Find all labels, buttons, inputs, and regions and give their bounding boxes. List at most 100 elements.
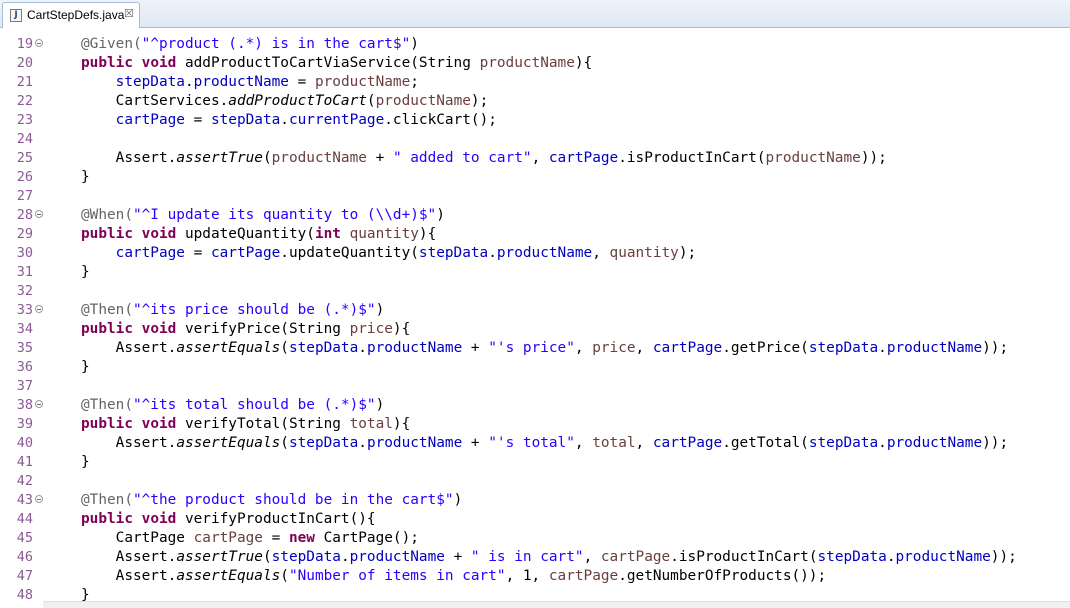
code-line[interactable]: 28 @When("^I update its quantity to (\\d+… [0, 206, 1070, 225]
code-token: "^its price should be (.*)$" [132, 302, 376, 318]
code-token: CartServices. [81, 93, 229, 109]
fold-collapse-icon[interactable] [35, 210, 43, 218]
code-line[interactable]: 30 cartPage = cartPage.updateQuantity(st… [0, 244, 1070, 263]
code-token: ( [366, 93, 376, 109]
code-text: Assert.assertEquals(stepData.productName… [81, 339, 1008, 358]
code-line[interactable]: 24 [0, 130, 1070, 149]
line-number: 38 [16, 397, 33, 413]
code-editor[interactable]: 19 @Given("^product (.*) is in the cart$"… [0, 28, 1070, 608]
fold-collapse-icon[interactable] [35, 400, 43, 408]
code-token: } [81, 454, 90, 470]
code-line[interactable]: 36} [0, 358, 1070, 377]
code-token: . [184, 74, 194, 90]
code-token: verifyTotal(String [176, 416, 350, 432]
code-line[interactable]: 20 public void addProductToCartViaService… [0, 54, 1070, 73]
code-token: productName [496, 245, 593, 261]
code-token: verifyProductInCart(){ [176, 511, 376, 527]
code-text: public void updateQuantity(int quantity)… [81, 225, 436, 244]
line-number: 34 [16, 321, 33, 337]
code-token: } [81, 169, 90, 185]
code-token: stepData [817, 549, 887, 565]
code-token: quantity [609, 245, 679, 261]
code-token: cartPage [548, 568, 619, 584]
code-line[interactable]: 25 Assert.assertTrue(productName + " add… [0, 149, 1070, 168]
code-token: .getTotal( [722, 435, 809, 451]
code-line[interactable]: 31} [0, 263, 1070, 282]
code-token: CartPage [81, 530, 194, 546]
code-token: void [141, 416, 177, 432]
code-token: addProductToCartViaService(String [176, 55, 480, 71]
code-line[interactable]: 29 public void updateQuantity(int quantit… [0, 225, 1070, 244]
code-token: , [574, 435, 593, 451]
java-file-icon: J [10, 9, 22, 22]
tab-cartstepdefs[interactable]: J CartStepDefs.java ☒ [2, 2, 140, 28]
line-number: 27 [16, 188, 33, 204]
code-token: , [583, 549, 601, 565]
fold-collapse-icon[interactable] [35, 495, 43, 503]
code-token: Assert. [81, 568, 177, 584]
horizontal-scrollbar[interactable] [43, 601, 1070, 608]
code-token: stepData [210, 112, 281, 128]
code-line[interactable]: 39 public void verifyTotal(String total){ [0, 415, 1070, 434]
code-line[interactable]: 46 Assert.assertTrue(stepData.productNam… [0, 548, 1070, 567]
code-token: , [531, 150, 549, 166]
close-icon[interactable]: ☒ [124, 7, 134, 20]
code-line[interactable]: 35 Assert.assertEquals(stepData.productN… [0, 339, 1070, 358]
fold-collapse-icon[interactable] [35, 39, 43, 47]
code-token: "^the product should be in the cart$" [132, 492, 454, 508]
code-token: . [488, 245, 497, 261]
code-token: "^I update its quantity to (\\d+)$" [132, 207, 437, 223]
code-token: ){ [392, 416, 411, 432]
code-line[interactable]: 34 public void verifyPrice(String price){ [0, 320, 1070, 339]
fold-collapse-icon[interactable] [35, 305, 43, 313]
code-line[interactable]: 44 public void verifyProductInCart(){ [0, 510, 1070, 529]
code-token: productName [886, 340, 983, 356]
code-line[interactable]: 47 Assert.assertEquals("Number of items … [0, 567, 1070, 586]
code-line[interactable]: 23 cartPage = stepData.currentPage.click… [0, 111, 1070, 130]
code-line[interactable]: 27 [0, 187, 1070, 206]
line-number: 40 [16, 435, 33, 451]
code-token: } [81, 264, 90, 280]
line-number: 20 [16, 55, 33, 71]
code-token: .getPrice( [722, 340, 809, 356]
code-text: cartPage = cartPage.updateQuantity(stepD… [81, 244, 697, 263]
code-token: stepData [288, 435, 359, 451]
code-line[interactable]: 43 @Then("^the product should be in the c… [0, 491, 1070, 510]
code-line[interactable]: 26} [0, 168, 1070, 187]
code-token: total [592, 435, 636, 451]
code-token: . [340, 549, 350, 565]
code-line[interactable]: 45 CartPage cartPage = new CartPage(); [0, 529, 1070, 548]
code-line[interactable]: 33 @Then("^its price should be (.*)$") [0, 301, 1070, 320]
code-line[interactable]: 37 [0, 377, 1070, 396]
code-line[interactable]: 38 @Then("^its total should be (.*)$") [0, 396, 1070, 415]
code-token: cartPage [210, 245, 281, 261]
code-token: assertEquals [176, 568, 281, 584]
code-line[interactable]: 41} [0, 453, 1070, 472]
code-token: .updateQuantity( [280, 245, 419, 261]
line-number: 30 [16, 245, 33, 261]
line-number: 46 [16, 549, 33, 565]
code-token: + [366, 150, 393, 166]
code-line[interactable]: 22 CartServices.addProductToCart(product… [0, 92, 1070, 111]
code-line[interactable]: 42 [0, 472, 1070, 491]
line-number: 41 [16, 454, 33, 470]
code-token: assertTrue [176, 150, 263, 166]
code-token: productName [193, 74, 289, 90]
code-token: ( [280, 568, 289, 584]
code-token: public [81, 416, 133, 432]
code-line[interactable]: 32 [0, 282, 1070, 301]
code-line[interactable]: 21 stepData.productName = productName; [0, 73, 1070, 92]
line-number: 37 [16, 378, 33, 394]
line-number: 24 [16, 131, 33, 147]
code-token: verifyPrice(String [176, 321, 350, 337]
code-token: ; [410, 74, 419, 90]
code-token: productName [886, 435, 983, 451]
code-line[interactable]: 19 @Given("^product (.*) is in the cart$"… [0, 35, 1070, 54]
code-token: " is in cart" [470, 549, 584, 565]
code-text: Assert.assertEquals("Number of items in … [81, 567, 827, 586]
code-token: stepData [115, 74, 185, 90]
code-token: , [635, 435, 653, 451]
line-number: 35 [16, 340, 33, 356]
code-token: Assert. [81, 150, 177, 166]
code-line[interactable]: 40 Assert.assertEquals(stepData.productN… [0, 434, 1070, 453]
